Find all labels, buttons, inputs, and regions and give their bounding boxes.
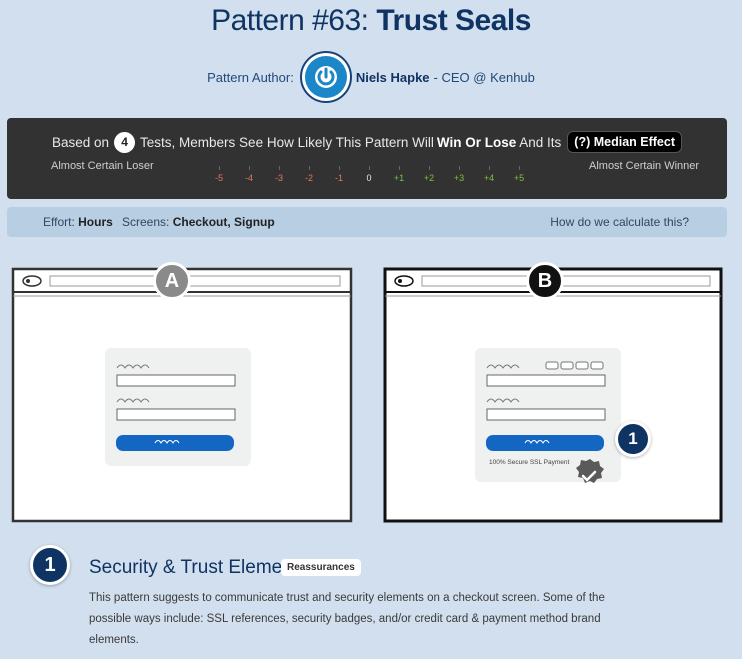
- win-lose-text: Win Or Lose: [436, 134, 517, 150]
- avatar[interactable]: [299, 51, 352, 103]
- screens-value: Checkout, Signup: [172, 215, 275, 229]
- score-end-text: And Its: [519, 134, 562, 150]
- page-title: Pattern #63: Trust Seals: [0, 4, 742, 38]
- scale-tick: +4: [474, 166, 504, 183]
- scale-tick: +3: [444, 166, 474, 183]
- title-main: Trust Seals: [376, 4, 531, 37]
- scale-tick: -4: [234, 166, 264, 183]
- element-title: Security & Trust Elements: [89, 557, 308, 578]
- marker-badge-1[interactable]: 1: [615, 421, 651, 457]
- effort-info: Effort: Hours: [43, 215, 113, 229]
- scale-tick: -1: [324, 166, 354, 183]
- author-role: - CEO @ Kenhub: [433, 69, 535, 85]
- author-label: Pattern Author:: [207, 69, 294, 85]
- element-description: This pattern suggests to communicate tru…: [89, 592, 605, 646]
- calculate-link[interactable]: How do we calculate this?: [550, 215, 689, 229]
- effect-scale: -5 -4 -3 -2 -1 0 +1 +2 +3 +4 +5: [204, 166, 534, 192]
- scale-tick: +5: [504, 166, 534, 183]
- variant-a-badge: A: [153, 262, 191, 300]
- score-panel: Based on 4 Tests, Members See How Likely…: [7, 118, 727, 199]
- author-row: Pattern Author: Niels Hapke - CEO @ Kenh…: [0, 51, 742, 103]
- author-name[interactable]: Niels Hapke: [356, 70, 430, 85]
- ssl-secure-text: 100% Secure SSL Payment: [489, 459, 570, 466]
- element-number-badge: 1: [30, 545, 70, 585]
- scale-tick: -3: [264, 166, 294, 183]
- tests-count-badge: 4: [114, 131, 136, 153]
- screens-info: Screens: Checkout, Signup: [122, 215, 275, 229]
- title-prefix: Pattern #63:: [211, 4, 369, 37]
- element-tag[interactable]: Reassurances: [281, 559, 361, 576]
- variant-b-mockup: [383, 267, 723, 523]
- scale-tick: -5: [204, 166, 234, 183]
- scale-tick: +2: [414, 166, 444, 183]
- scale-tick: 0: [354, 166, 384, 183]
- loser-label: Almost Certain Loser: [51, 160, 154, 172]
- effort-value: Hours: [78, 215, 113, 229]
- based-on-text: Based on: [51, 134, 110, 150]
- variant-b-badge: B: [526, 262, 564, 300]
- score-mid-text: Tests, Members See How Likely This Patte…: [140, 134, 434, 150]
- power-logo-icon: [304, 56, 347, 98]
- info-bar: Effort: Hours Screens: Checkout, Signup …: [7, 207, 727, 237]
- winner-label: Almost Certain Winner: [589, 160, 700, 172]
- variant-a-mockup: [11, 267, 353, 523]
- scale-tick: -2: [294, 166, 324, 183]
- score-summary: Based on 4 Tests, Members See How Likely…: [7, 131, 727, 153]
- median-effect-button[interactable]: (?) Median Effect: [567, 131, 682, 153]
- scale-tick: +1: [384, 166, 414, 183]
